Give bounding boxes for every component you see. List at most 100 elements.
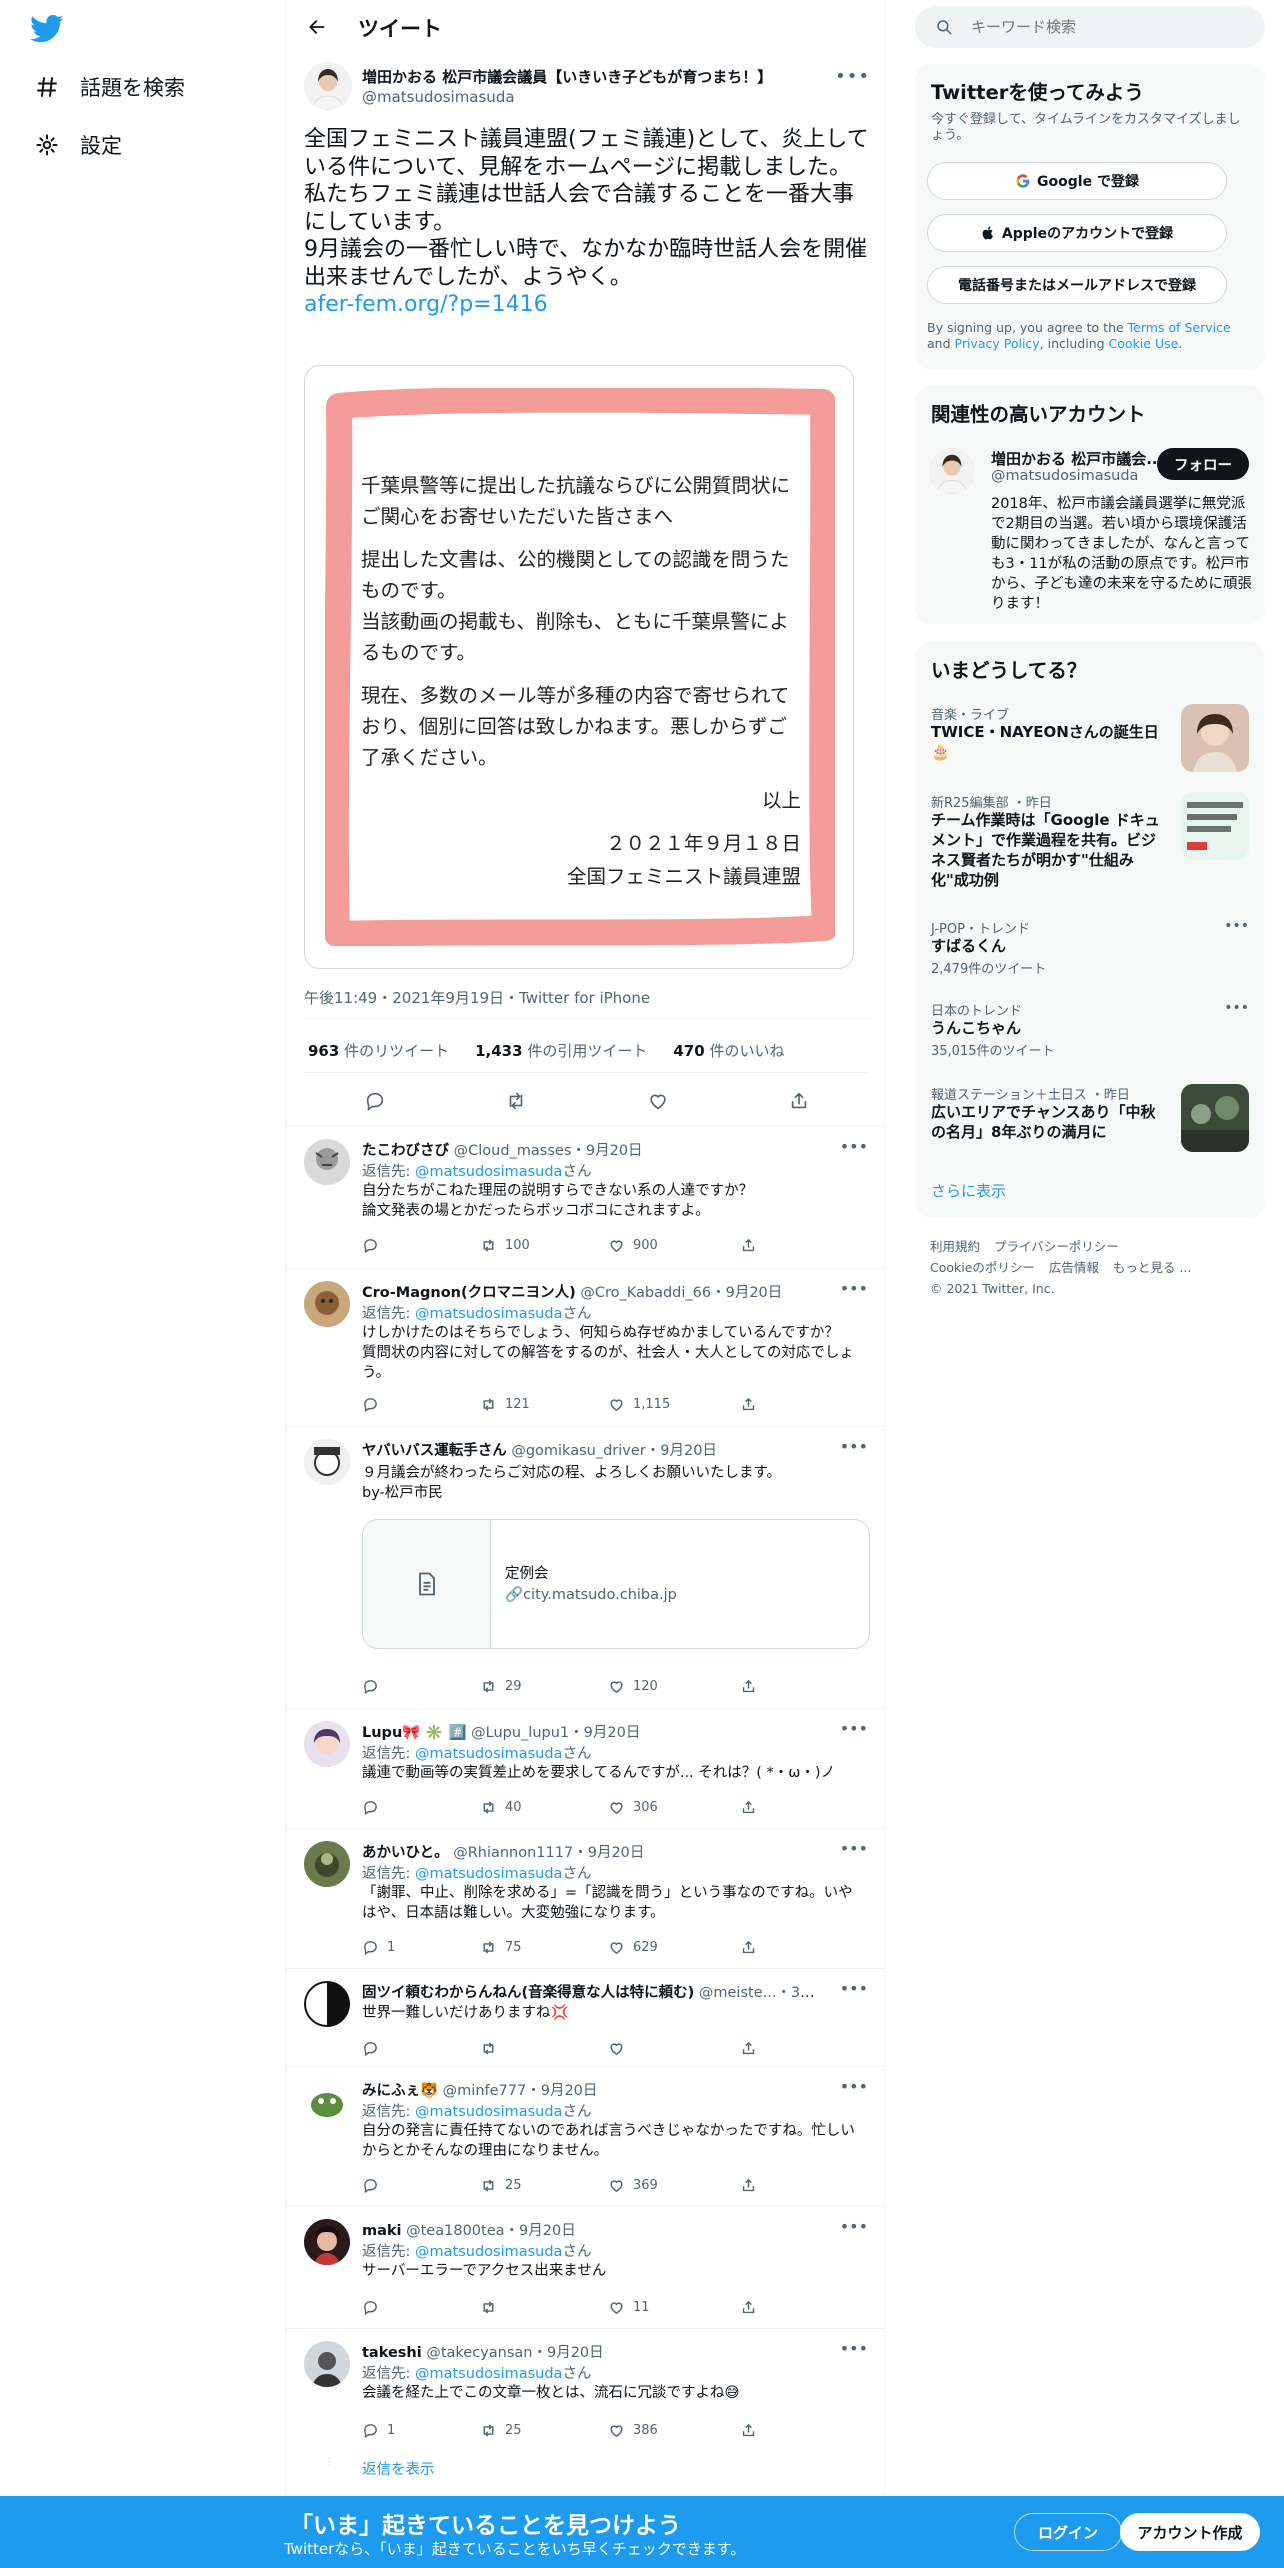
phone-email-signup-button[interactable]: 電話番号またはメールアドレスで登録	[927, 266, 1227, 304]
more-icon[interactable]: •••	[840, 1279, 868, 1298]
share-icon[interactable]	[782, 1084, 816, 1118]
more-icon[interactable]: •••	[840, 1979, 868, 1998]
like-icon[interactable]: 120	[608, 1678, 740, 1695]
share-icon[interactable]	[740, 1237, 757, 1254]
reply-author[interactable]: たこわびさび	[362, 1143, 449, 1159]
retweet-icon[interactable]	[480, 2299, 608, 2316]
share-icon[interactable]	[740, 1939, 757, 1956]
more-icon[interactable]: •••	[840, 2077, 868, 2096]
login-button[interactable]: ログイン	[1014, 2513, 1122, 2551]
trend-item[interactable]: J-POP・トレンド すばるくん 2,479件のツイート •••	[915, 918, 1265, 977]
reply-icon[interactable]	[362, 1237, 480, 1254]
reply-tweet[interactable]: みにふぇ🐯 @minfe777・9月20日 ••• 返信先: @matsudos…	[286, 2067, 884, 2207]
terms-link[interactable]: Terms of Service	[1128, 320, 1231, 335]
retweet-icon[interactable]: 25	[480, 2422, 608, 2439]
account-name[interactable]: 増田かおる 松戸市議会...	[991, 448, 1163, 469]
reply-tweet[interactable]: たこわびさび @Cloud_masses・9月20日 ••• 返信先: @mat…	[286, 1127, 884, 1269]
account-handle[interactable]: @matsudosimasuda	[991, 468, 1138, 484]
like-icon[interactable]	[608, 2040, 740, 2057]
reply-icon[interactable]	[362, 1799, 480, 1816]
avatar[interactable]	[304, 62, 352, 110]
avatar[interactable]	[304, 1841, 350, 1887]
reply-tweet[interactable]: Cro-Magnon(クロマニヨン人) @Cro_Kabaddi_66・9月20…	[286, 1269, 884, 1427]
apple-signup-button[interactable]: Appleのアカウントで登録	[927, 214, 1227, 252]
show-replies-link[interactable]: 返信を表示	[362, 2458, 435, 2479]
retweet-icon[interactable]: 121	[480, 1396, 608, 1413]
reply-author[interactable]: maki	[362, 2223, 402, 2239]
tweet-image[interactable]: 千葉県警等に提出した抗議ならびに公開質問状にご関心をお寄せいただいた皆さまへ 提…	[304, 365, 854, 969]
reply-icon[interactable]	[362, 2040, 480, 2057]
trend-item[interactable]: 日本のトレンド うんこちゃん 35,015件のツイート •••	[915, 1000, 1265, 1059]
retweet-icon[interactable]: 25	[480, 2177, 608, 2194]
avatar[interactable]	[304, 1981, 350, 2027]
retweet-icon[interactable]: 75	[480, 1939, 608, 1956]
like-icon[interactable]: 629	[608, 1939, 740, 1956]
more-icon[interactable]: •••	[1224, 1000, 1249, 1016]
more-icon[interactable]: •••	[835, 66, 870, 87]
reply-tweet[interactable]: あかいひと。 @Rhiannon1117・9月20日 ••• 返信先: @mat…	[286, 1829, 884, 1969]
trend-item[interactable]: 報道ステーション＋土日ス ・昨日 広いエリアでチャンスあり「中秋の名月」8年ぶり…	[915, 1084, 1265, 1156]
follow-button[interactable]: フォロー	[1157, 448, 1249, 480]
reply-icon[interactable]	[362, 1678, 480, 1695]
share-icon[interactable]	[740, 2040, 757, 2057]
google-signup-button[interactable]: Google で登録	[927, 162, 1227, 200]
more-icon[interactable]: •••	[840, 1839, 868, 1858]
retweet-icon[interactable]: 100	[480, 1237, 608, 1254]
share-icon[interactable]	[740, 1799, 757, 1816]
avatar[interactable]	[304, 2341, 350, 2387]
twitter-logo-icon[interactable]	[30, 14, 64, 44]
reply-author[interactable]: あかいひと。	[362, 1845, 449, 1861]
like-icon[interactable]	[641, 1084, 675, 1118]
signup-button[interactable]: アカウント作成	[1120, 2513, 1260, 2551]
author-handle[interactable]: @matsudosimasuda	[362, 88, 515, 106]
avatar[interactable]	[929, 448, 975, 494]
more-icon[interactable]: •••	[1224, 918, 1249, 934]
reply-icon[interactable]	[358, 1084, 392, 1118]
like-icon[interactable]: 369	[608, 2177, 740, 2194]
reply-author[interactable]: Lupu🎀 ✳️ #️⃣	[362, 1725, 467, 1741]
like-icon[interactable]: 386	[608, 2422, 740, 2439]
reply-icon[interactable]: 1	[362, 2422, 480, 2439]
share-icon[interactable]	[740, 1396, 757, 1413]
quote-count[interactable]: 1,433 件の引用ツイート	[475, 1040, 647, 1061]
nav-explore[interactable]: 話題を検索	[34, 72, 185, 102]
show-more-link[interactable]: さらに表示	[931, 1180, 1006, 1201]
avatar[interactable]	[304, 2079, 350, 2125]
like-icon[interactable]: 1,115	[608, 1396, 740, 1413]
search-input[interactable]	[971, 18, 1241, 36]
author-name[interactable]: 増田かおる 松戸市議会議員【いきいき子どもが育つまち！】	[362, 66, 772, 87]
avatar[interactable]	[304, 1721, 350, 1767]
reply-icon[interactable]	[362, 1396, 480, 1413]
footer-link[interactable]: 利用規約	[930, 1239, 980, 1254]
avatar[interactable]	[304, 1439, 350, 1485]
reply-author[interactable]: 固ツイ頼むわからんねん(音楽得意な人は特に頼む)	[362, 1985, 694, 2001]
more-icon[interactable]: •••	[840, 2339, 868, 2358]
like-count[interactable]: 470 件のいいね	[673, 1040, 784, 1061]
reply-tweet[interactable]: 固ツイ頼むわからんねん(音楽得意な人は特に頼む) @meiste...・3時間 …	[286, 1969, 884, 2067]
footer-link[interactable]: プライバシーポリシー	[994, 1239, 1119, 1254]
tweet-meta[interactable]: 午後11:49・2021年9月19日・Twitter for iPhone	[304, 987, 650, 1008]
share-icon[interactable]	[740, 2422, 757, 2439]
reply-tweet[interactable]: maki @tea1800tea・9月20日 ••• 返信先: @matsudo…	[286, 2207, 884, 2329]
reply-tweet[interactable]: ヤバいバス運転手さん @gomikasu_driver・9月20日 ••• ９月…	[286, 1427, 884, 1709]
reply-author[interactable]: takeshi	[362, 2345, 422, 2361]
reply-author[interactable]: ヤバいバス運転手さん	[362, 1443, 507, 1459]
footer-link[interactable]: 広告情報	[1049, 1260, 1099, 1275]
retweet-icon[interactable]	[480, 2040, 608, 2057]
like-icon[interactable]: 900	[608, 1237, 740, 1254]
reply-tweet[interactable]: Lupu🎀 ✳️ #️⃣ @Lupu_lupu1・9月20日 ••• 返信先: …	[286, 1709, 884, 1829]
trend-item[interactable]: 新R25編集部 ・昨日 チーム作業時は「Google ドキュメント」で作業過程を…	[915, 792, 1265, 889]
avatar[interactable]	[304, 1139, 350, 1185]
link-card[interactable]: 定例会 🔗city.matsudo.chiba.jp	[362, 1519, 870, 1649]
more-icon[interactable]: •••	[840, 1137, 868, 1156]
share-icon[interactable]	[740, 1678, 757, 1695]
more-icon[interactable]: •••	[840, 1719, 868, 1738]
like-icon[interactable]: 11	[608, 2299, 740, 2316]
search-bar[interactable]	[915, 6, 1265, 48]
retweet-icon[interactable]	[499, 1084, 533, 1118]
reply-icon[interactable]	[362, 2177, 480, 2194]
back-arrow-icon[interactable]	[304, 14, 330, 40]
reply-icon[interactable]	[362, 2299, 480, 2316]
footer-link[interactable]: Cookieのポリシー	[930, 1260, 1035, 1275]
avatar[interactable]	[304, 1281, 350, 1327]
